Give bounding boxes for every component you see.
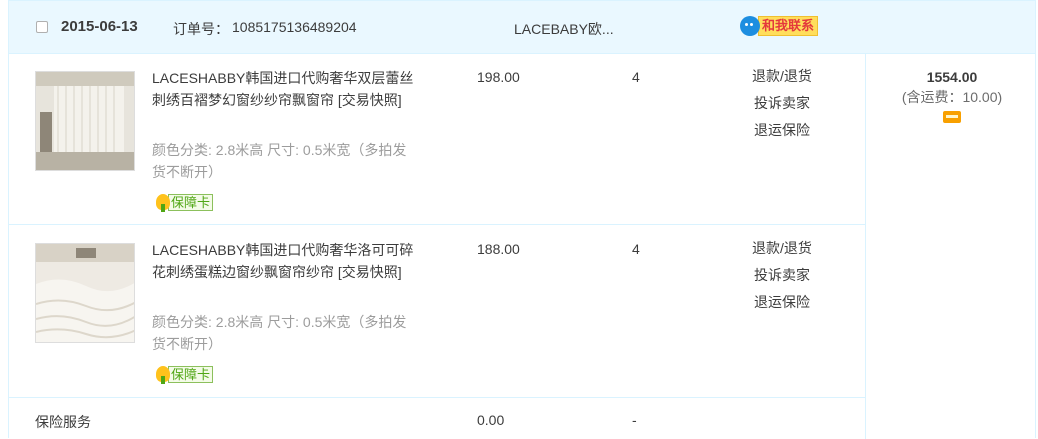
- item-actions: 退款/退货 投诉卖家 退运保险: [747, 63, 817, 144]
- product-title-link[interactable]: LACESHABBY韩国进口代购奢华双层蕾丝刺绣百褶梦幻窗纱纱帘飘窗帘 [交易快…: [152, 67, 427, 111]
- total-amount: 1554.00: [926, 69, 978, 85]
- item-actions: 退款/退货 投诉卖家 退运保险: [747, 235, 817, 316]
- unit-price: 198.00: [477, 69, 520, 85]
- payment-card-icon[interactable]: [943, 111, 961, 123]
- product-title-link[interactable]: LACESHABBY韩国进口代购奢华洛可可碎花刺绣蛋糕边窗纱飘窗帘纱帘 [交易快…: [152, 239, 427, 283]
- contact-seller-label: 和我联系: [758, 16, 819, 36]
- order-card: 2015-06-13 订单号： 1085175136489204 LACEBAB…: [8, 0, 1037, 439]
- contact-seller-button[interactable]: 和我联系: [740, 15, 819, 37]
- product-thumbnail[interactable]: [35, 71, 135, 171]
- order-number-label: 订单号：: [173, 21, 229, 37]
- quantity: 4: [632, 241, 640, 257]
- complain-seller-link[interactable]: 投诉卖家: [747, 262, 817, 289]
- insurance-row: 保险服务 0.00 -: [9, 398, 865, 439]
- guarantee-icon: [156, 366, 170, 384]
- complain-seller-link[interactable]: 投诉卖家: [747, 90, 817, 117]
- order-item-row: LACESHABBY韩国进口代购奢华洛可可碎花刺绣蛋糕边窗纱飘窗帘纱帘 [交易快…: [9, 225, 865, 397]
- order-header: 2015-06-13 订单号： 1085175136489204 LACEBAB…: [9, 1, 1035, 54]
- insurance-quantity: -: [632, 412, 637, 428]
- order-total: 1554.00 (含运费：10.00): [867, 69, 1037, 126]
- guarantee-card-badge[interactable]: 保障卡: [156, 193, 214, 212]
- order-item-row: LACESHABBY韩国进口代购奢华双层蕾丝刺绣百褶梦幻窗纱纱帘飘窗帘 [交易快…: [9, 53, 865, 224]
- chat-bubble-icon: [740, 16, 760, 36]
- refund-return-link[interactable]: 退款/退货: [747, 63, 817, 90]
- refund-return-link[interactable]: 退款/退货: [747, 235, 817, 262]
- product-sku: 颜色分类: 2.8米高 尺寸: 0.5米宽（多拍发货不断开）: [152, 314, 407, 352]
- shipping-fee: (含运费：10.00): [901, 89, 1003, 105]
- insurance-label: 保险服务: [35, 414, 91, 430]
- order-date: 2015-06-13: [61, 18, 138, 35]
- product-thumbnail[interactable]: [35, 243, 135, 343]
- shop-name-link[interactable]: LACEBABY欧...: [514, 19, 614, 39]
- guarantee-icon: [156, 194, 170, 212]
- order-number: 1085175136489204: [232, 19, 357, 35]
- return-insurance-link[interactable]: 退运保险: [747, 117, 817, 144]
- guarantee-card-label: 保障卡: [168, 365, 214, 383]
- insurance-price: 0.00: [477, 412, 505, 428]
- return-insurance-link[interactable]: 退运保险: [747, 289, 817, 316]
- column-divider: [865, 53, 866, 439]
- quantity: 4: [632, 69, 640, 85]
- unit-price: 188.00: [477, 241, 520, 257]
- guarantee-card-label: 保障卡: [168, 193, 214, 211]
- guarantee-card-badge[interactable]: 保障卡: [156, 365, 214, 384]
- order-select-checkbox[interactable]: [36, 21, 48, 33]
- product-sku: 颜色分类: 2.8米高 尺寸: 0.5米宽（多拍发货不断开）: [152, 142, 407, 180]
